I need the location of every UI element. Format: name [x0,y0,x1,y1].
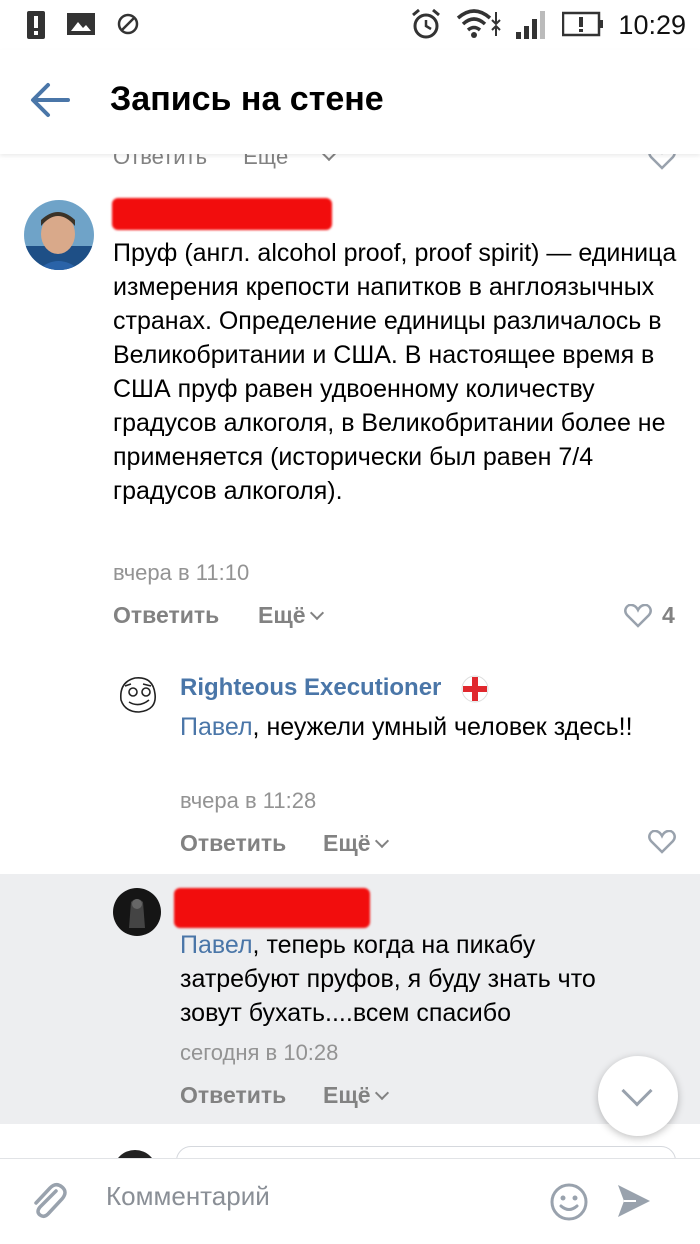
arrow-left-icon[interactable] [28,80,76,120]
send-icon[interactable] [614,1181,654,1226]
comment-author[interactable]: Righteous Executioner [180,674,441,702]
page-title: Запись на стене [110,80,384,118]
cross-flag-icon [460,674,490,709]
heart-icon [624,603,652,628]
comment-input[interactable] [106,1181,526,1212]
mention-link[interactable]: Павел [180,931,253,959]
alarm-icon [408,6,444,47]
avatar[interactable] [113,888,161,936]
like-button[interactable] [648,830,676,854]
like-count: 4 [662,602,675,628]
redacted-author-name [112,198,332,230]
signal-icon [514,8,550,45]
heart-icon[interactable] [648,154,676,175]
heart-icon [648,830,676,854]
reply-button[interactable]: Ответить [113,154,207,169]
next-comment-preview [176,1146,676,1158]
more-button[interactable]: Ещё [243,154,364,169]
comment-text: Пруф (англ. alcohol proof, proof spirit)… [113,239,677,505]
reply-button[interactable]: Ответить [180,1082,286,1109]
wifi-icon [454,6,502,45]
paperclip-icon[interactable] [26,1179,70,1228]
chevron-down-icon [322,154,337,162]
comment-composer [0,1158,700,1244]
comment-text: Павел, теперь когда на пикабу затребуют … [180,931,596,1027]
avatar[interactable] [24,200,94,270]
more-button[interactable]: Ещё [323,1082,389,1109]
avatar[interactable] [113,1150,157,1158]
mention-link[interactable]: Павел [180,713,253,741]
comment-timestamp: вчера в 11:28 [180,788,317,813]
scroll-down-button[interactable] [598,1056,678,1136]
image-icon [66,10,96,43]
battery-icon [561,10,606,43]
chevron-down-icon [374,833,389,849]
blocked-icon [116,12,140,41]
app-header: Запись на стене [0,50,700,154]
reply-button[interactable]: Ответить [180,830,286,857]
comment-timestamp: сегодня в 10:28 [180,1040,339,1065]
comment-text: Павел, неужели умный человек здесь!! [180,713,633,741]
avatar[interactable] [113,670,161,718]
previous-comment-actions: Ответить Ещё [113,154,394,170]
alert-icon [26,10,46,45]
reply-button[interactable]: Ответить [113,602,219,629]
comment-timestamp: вчера в 11:10 [113,560,250,585]
more-button[interactable]: Ещё [258,602,324,629]
comments-feed[interactable]: Ответить Ещё Пруф (англ. alcohol proof, … [0,154,700,1158]
status-bar: 10:29 [0,0,700,50]
smile-icon[interactable] [548,1181,590,1228]
chevron-down-icon [374,1085,389,1101]
like-button[interactable]: 4 [624,602,675,629]
status-time: 10:29 [618,10,686,40]
chevron-down-icon [621,1075,653,1107]
chevron-down-icon [309,605,324,621]
redacted-author-name [174,888,370,928]
more-button[interactable]: Ещё [323,830,389,857]
